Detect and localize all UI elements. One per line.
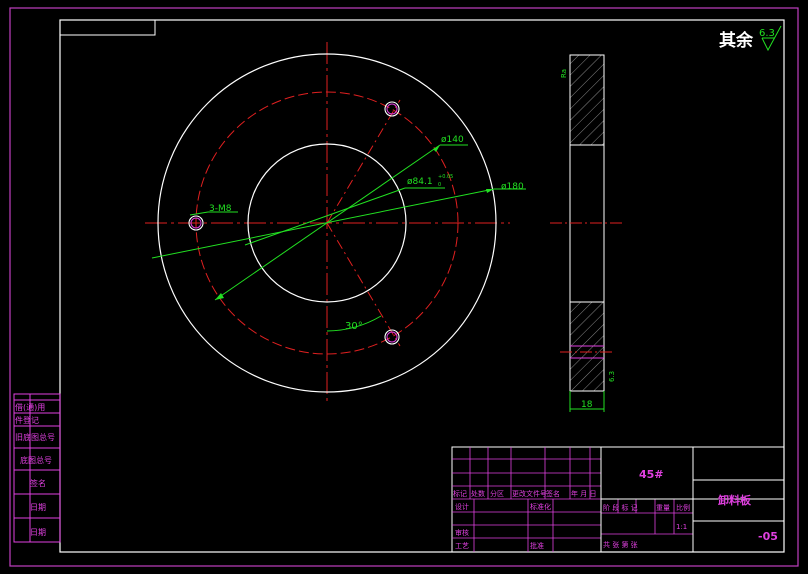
drawing-canvas: 其余 6.3 ø140 ø84.1 +0.05 0 ø180 3-M8 30° … xyxy=(9,7,799,567)
label-review: 审核 xyxy=(455,528,469,537)
dim-d140: ø140 xyxy=(441,135,464,145)
inner-frame xyxy=(59,19,785,553)
surface-finish-prefix: 其余 xyxy=(719,30,754,51)
side-roughness-top: Ra xyxy=(560,69,568,78)
drawing-number: -05 xyxy=(758,530,778,543)
label-standardization: 标准化 xyxy=(530,502,551,511)
stamp-label-6: 日期 xyxy=(30,528,46,537)
dim-d84-tol-upper: +0.05 xyxy=(438,174,453,180)
sheet-info: 共 张 第 张 xyxy=(603,540,638,549)
dim-thread: 3-M8 xyxy=(209,204,232,214)
outer-border xyxy=(9,7,799,567)
dimension-leaders xyxy=(151,144,526,332)
dim-d84: ø84.1 xyxy=(407,177,433,187)
scale-value: 1:1 xyxy=(676,523,687,531)
stamp-label-5: 日期 xyxy=(30,503,46,512)
header-mark: 标记 xyxy=(453,489,467,498)
dim-d84-tol-lower: 0 xyxy=(438,182,441,188)
surface-finish: 其余 6.3 xyxy=(719,25,782,52)
dim-angle: 30° xyxy=(345,321,363,332)
surface-finish-value: 6.3 xyxy=(759,28,775,39)
bolt-hole-bottom xyxy=(384,329,400,345)
header-sign: 签名 xyxy=(546,489,560,498)
left-stamp: 借(通)用 件登记 旧底图总号 底图总号 签名 日期 日期 xyxy=(13,393,61,543)
dim-d180: ø180 xyxy=(501,182,524,192)
header-date: 年 月 日 xyxy=(571,489,596,498)
header-change-doc: 更改文件号 xyxy=(512,489,547,498)
title-block: 45# 卸料板 -05 标记 处数 分区 更改文件号 签名 年 月 日 设计 标… xyxy=(451,446,785,553)
label-design: 设计 xyxy=(455,502,469,511)
corner-box xyxy=(59,19,156,36)
stamp-label-4: 签名 xyxy=(30,478,46,488)
label-approve: 批准 xyxy=(530,541,544,550)
stamp-label-1: 件登记 xyxy=(15,415,39,425)
stamp-label-2: 旧底图总号 xyxy=(15,432,55,442)
label-stage: 阶 段 标 记 xyxy=(603,503,638,512)
material: 45# xyxy=(639,468,664,481)
section-top xyxy=(569,54,605,146)
part-name: 卸料板 xyxy=(718,493,752,507)
dim-thickness: 18 xyxy=(581,400,593,410)
side-view: 18 Ra 6.3 xyxy=(550,54,625,412)
header-zone: 分区 xyxy=(490,489,504,498)
header-count: 处数 xyxy=(471,489,485,498)
front-view: ø140 ø84.1 +0.05 0 ø180 3-M8 30° xyxy=(145,42,526,402)
label-weight: 重量 xyxy=(656,504,670,512)
bolt-hole-top xyxy=(384,101,400,117)
stamp-label-3: 底图总号 xyxy=(20,455,52,465)
label-process: 工艺 xyxy=(455,542,469,550)
side-roughness-bottom: 6.3 xyxy=(608,371,616,382)
label-scale: 比例 xyxy=(676,503,690,512)
stamp-label-0: 借(通)用 xyxy=(15,402,45,412)
